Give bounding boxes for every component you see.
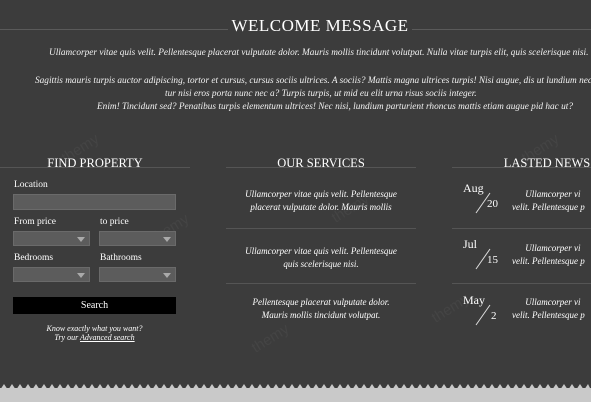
welcome-title: WELCOME MESSAGE [231,16,409,35]
news-day: 15 [487,254,498,266]
advanced-search-link[interactable]: Advanced search [80,333,135,342]
news-line: Ullamcorper vi [525,189,581,199]
news-line: Ullamcorper vi [525,243,581,253]
news-line: velit. Pellentesque p [512,255,585,266]
bedrooms-select[interactable] [13,267,90,282]
bathrooms-select[interactable] [99,267,176,282]
news-date: Aug 20 [463,181,509,221]
advanced-search-note: Know exactly what you want? Try our Adva… [13,324,176,342]
news-date: May 2 [463,293,509,333]
news-line: velit. Pellentesque p [512,201,585,212]
service-text: Ullamcorper vitae quis velit. Pellentesq… [245,189,397,199]
services-divider [226,283,416,284]
news-item-text: Ullamcorper vi velit. Pellentesque p [512,296,585,321]
service-text: placerat vulputate dolor. Mauris mollis [250,201,392,212]
service-item: Pellentesque placerat vulputate dolor. M… [226,296,416,321]
date-slash-icon [475,304,491,326]
news-rule [452,167,591,168]
service-item: Ullamcorper vitae quis velit. Pellentesq… [226,245,416,270]
service-item: Ullamcorper vitae quis velit. Pellentesq… [226,188,416,213]
welcome-paragraph-line: tur nisi eros porta nunc nec a? Turpis t… [165,89,477,99]
find-property-title: FIND PROPERTY [47,156,143,170]
service-text: Ullamcorper vitae quis velit. Pellentesq… [245,246,397,256]
lasted-news-title: LASTED NEWS [503,156,591,170]
location-label: Location [14,180,48,190]
news-divider [452,283,591,284]
location-input[interactable] [13,194,176,210]
bathrooms-label: Bathrooms [100,253,142,263]
to-price-label: to price [100,217,129,227]
news-line: Ullamcorper vi [525,297,581,307]
watermark: themy [249,320,293,356]
note-line: Know exactly what you want? [46,324,143,333]
news-day: 2 [491,310,497,322]
note-line-2: Try our Advanced search [13,333,176,342]
find-property-rule [0,167,190,168]
news-divider [452,228,591,229]
to-price-select[interactable] [99,231,176,246]
bedrooms-label: Bedrooms [14,253,54,263]
welcome-paragraph-line: Ullamcorper vitae quis velit. Pellentesq… [49,48,589,58]
news-item-text: Ullamcorper vi velit. Pellentesque p [512,242,585,267]
footer-strip [0,388,591,402]
chevron-down-icon [163,273,171,278]
services-divider [226,228,416,229]
chevron-down-icon [163,237,171,242]
from-price-label: From price [14,217,56,227]
service-text: Pellentesque placerat vulputate dolor. [252,297,390,307]
service-text: quis scelerisque nisi. [283,258,359,269]
news-item-text: Ullamcorper vi velit. Pellentesque p [512,188,585,213]
our-services-title: OUR SERVICES [277,156,365,170]
search-button[interactable]: Search [13,297,176,314]
note-prefix: Try our [54,333,81,342]
news-date: Jul 15 [463,237,509,277]
from-price-select[interactable] [13,231,90,246]
chevron-down-icon [77,273,85,278]
title-rule-right [412,29,591,30]
services-rule [226,167,416,168]
welcome-paragraph-line: Enim! Tincidunt sed? Penatibus turpis el… [97,102,573,112]
welcome-paragraph-line: Sagittis mauris turpis auctor adipiscing… [35,76,591,86]
news-day: 20 [487,198,498,210]
news-line: velit. Pellentesque p [512,309,585,320]
chevron-down-icon [77,237,85,242]
service-text: Mauris mollis tincidunt volutpat. [261,309,381,320]
